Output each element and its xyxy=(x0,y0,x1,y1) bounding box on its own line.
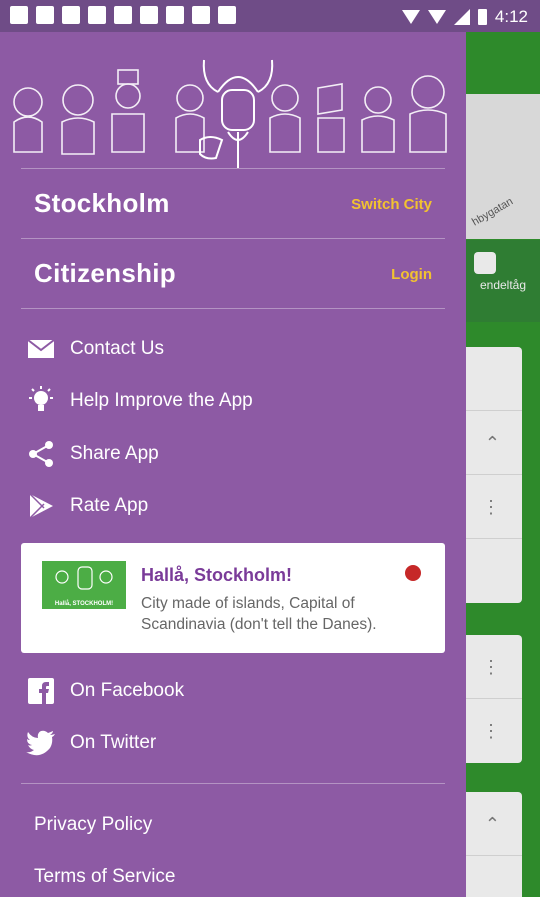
notification-icon xyxy=(140,6,158,24)
characters-illustration xyxy=(13,59,447,168)
notification-icon xyxy=(10,6,28,24)
battery-icon xyxy=(477,9,487,25)
status-bar: 4:12 xyxy=(0,0,540,32)
train-icon xyxy=(474,252,496,274)
train-tab-label: endeltåg xyxy=(479,278,527,292)
lightbulb-icon xyxy=(26,386,56,416)
notification-icon xyxy=(88,6,106,24)
contact-us-item[interactable]: Contact Us xyxy=(26,329,446,369)
facebook-icon xyxy=(26,676,56,706)
map-street-label: hbygatan xyxy=(470,195,516,229)
background-card: ⌃ ⋮ xyxy=(466,347,522,603)
twitter-label: On Twitter xyxy=(70,732,157,753)
share-app-item[interactable]: Share App xyxy=(26,434,446,474)
contact-us-label: Contact Us xyxy=(70,338,164,359)
wifi-icon xyxy=(427,10,446,24)
city-promo-title: Hallå, Stockholm! xyxy=(141,565,293,585)
notification-icon xyxy=(62,6,80,24)
current-city: Stockholm xyxy=(34,188,170,218)
facebook-item[interactable]: On Facebook xyxy=(26,671,446,711)
play-store-icon xyxy=(26,491,56,521)
more-vert-icon[interactable]: ⋮ xyxy=(466,635,522,699)
help-improve-item[interactable]: Help Improve the App xyxy=(26,381,446,421)
switch-city-button[interactable]: Switch City xyxy=(351,196,432,213)
divider xyxy=(21,308,445,309)
twitter-item[interactable]: On Twitter xyxy=(26,723,446,763)
signal-icon xyxy=(453,9,470,25)
notification-icon xyxy=(166,6,184,24)
background-row xyxy=(466,347,522,411)
background-app: hbygatan endeltåg ⌃ ⋮ ⋮ ⋮ ⌃ xyxy=(466,32,540,897)
notification-icon xyxy=(218,6,236,24)
map-preview: hbygatan xyxy=(466,94,540,239)
login-button[interactable]: Login xyxy=(391,266,432,283)
divider xyxy=(21,168,445,169)
navigation-drawer: Stockholm Switch City Citizenship Login … xyxy=(0,32,466,897)
notification-icon xyxy=(36,6,54,24)
background-row xyxy=(466,539,522,603)
background-card: ⌃ xyxy=(466,792,522,897)
divider xyxy=(21,783,445,784)
background-card: ⋮ ⋮ xyxy=(466,635,522,763)
chevron-up-icon[interactable]: ⌃ xyxy=(466,792,522,856)
notification-icon xyxy=(192,6,210,24)
status-time: 4:12 xyxy=(494,7,528,26)
help-improve-label: Help Improve the App xyxy=(70,390,253,411)
location-icon xyxy=(401,10,420,24)
facebook-label: On Facebook xyxy=(70,680,185,701)
citizenship-title: Citizenship xyxy=(34,258,176,288)
share-icon xyxy=(26,439,56,469)
thumbnail-caption: Hallå, STOCKHOLM! xyxy=(54,601,114,607)
city-promo-text: City made of islands, Capital of Scandin… xyxy=(141,595,377,633)
notification-icons xyxy=(10,6,236,24)
city-promo-thumbnail: Hallå, STOCKHOLM! xyxy=(42,561,126,609)
chevron-up-icon[interactable]: ⌃ xyxy=(466,411,522,475)
terms-of-service-link[interactable]: Terms of Service xyxy=(34,866,175,888)
city-promo-card[interactable]: Hallå, STOCKHOLM! Hallå, Stockholm! City… xyxy=(21,543,445,653)
rate-app-item[interactable]: Rate App xyxy=(26,486,446,526)
unread-dot-icon xyxy=(405,565,421,581)
share-app-label: Share App xyxy=(70,443,159,464)
privacy-policy-link[interactable]: Privacy Policy xyxy=(34,814,152,836)
twitter-icon xyxy=(26,728,56,758)
train-tab[interactable]: endeltåg xyxy=(466,240,540,322)
rate-app-label: Rate App xyxy=(70,495,149,516)
more-vert-icon[interactable]: ⋮ xyxy=(466,699,522,763)
envelope-icon xyxy=(26,334,56,364)
notification-icon xyxy=(114,6,132,24)
divider xyxy=(21,238,445,239)
more-vert-icon[interactable]: ⋮ xyxy=(466,475,522,539)
